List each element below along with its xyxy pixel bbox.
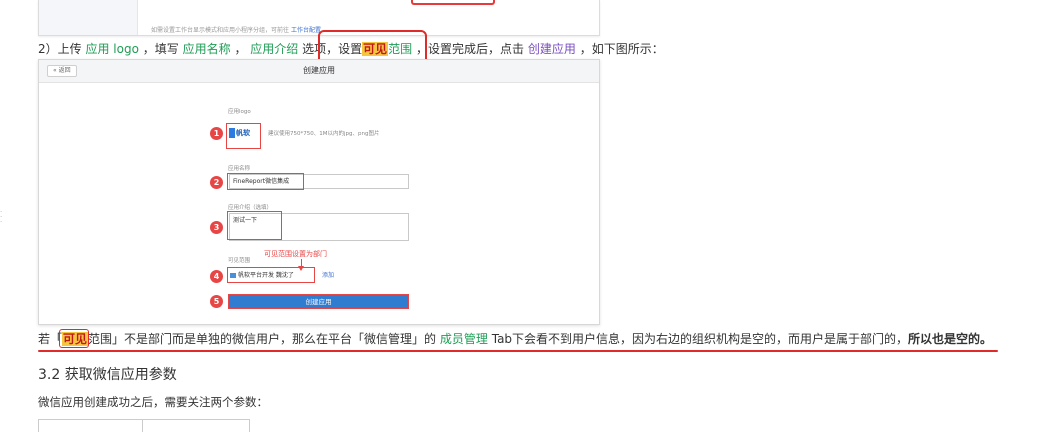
step-text: ， bbox=[234, 42, 247, 56]
para-text: 范围」不是部门而是单独的微信用户，那么在平台「微信管理」的 bbox=[88, 332, 437, 346]
para-tail: 所以也是空的。 bbox=[908, 332, 993, 346]
side-drag-handle-icon[interactable]: · · · bbox=[0, 209, 8, 226]
section-heading: 3.2 获取微信应用参数 bbox=[38, 367, 177, 383]
step-text: ，设置完成后，点击 bbox=[416, 42, 525, 56]
term-app-logo: 应用 logo bbox=[85, 42, 139, 56]
step-badge-3: 3 bbox=[210, 221, 223, 234]
step-badge-5: 5 bbox=[210, 295, 223, 308]
screenshot-header: « 返回 创建应用 bbox=[39, 60, 599, 83]
term-create-app: 创建应用 bbox=[527, 42, 576, 56]
name-highlight-box bbox=[227, 173, 304, 190]
logo-hint: 建议使用750*750、1M以内的jpg、png图片 bbox=[268, 131, 380, 137]
step-suffix: ，如下图所示： bbox=[579, 42, 664, 56]
screenshot-title: 创建应用 bbox=[303, 66, 335, 75]
previous-screenshot-sidebar bbox=[39, 0, 138, 35]
visible-range-label: 可见范围 bbox=[228, 258, 251, 264]
para-visible-annotation-box bbox=[59, 329, 89, 348]
step-badge-2: 2 bbox=[210, 176, 223, 189]
logo-mark-icon bbox=[229, 128, 235, 138]
term-member-management: 成员管理 bbox=[439, 332, 488, 346]
note-paragraph: 若「可见范围」不是部门而是单独的微信用户，那么在平台「微信管理」的 成员管理 T… bbox=[38, 328, 992, 350]
para-text: Tab下会看不到用户信息，因为右边的组织机构是空的，而用户是属于部门的， bbox=[491, 332, 909, 346]
create-app-screenshot: « 返回 创建应用 应用logo 1 帆软 建议使用750*750、1M以内的j… bbox=[38, 59, 600, 325]
para-underline bbox=[38, 350, 998, 352]
term-app-name: 应用名称 bbox=[182, 42, 231, 56]
logo-label: 应用logo bbox=[228, 109, 251, 115]
logo-text: 帆软 bbox=[236, 129, 250, 137]
previous-screenshot-hint: 如需设置工作台显示模式和应用小程序分组，可前往 工作台配置 bbox=[151, 25, 321, 34]
visible-range-highlight-box bbox=[227, 267, 315, 283]
create-app-button[interactable]: 创建应用 bbox=[228, 294, 409, 309]
visible-range-note: 可见范围设置为部门 bbox=[264, 250, 327, 258]
add-link[interactable]: 添加 bbox=[322, 270, 334, 279]
section-description: 微信应用创建成功之后，需要关注两个参数： bbox=[38, 395, 268, 409]
step-text: ，填写 bbox=[142, 42, 179, 56]
table-divider bbox=[142, 420, 143, 432]
step-badge-4: 4 bbox=[210, 270, 223, 283]
previous-highlight-box bbox=[411, 0, 495, 5]
name-label: 应用名称 bbox=[228, 166, 251, 172]
term-app-intro: 应用介绍 bbox=[250, 42, 299, 56]
app-logo-image[interactable]: 帆软 bbox=[229, 126, 257, 140]
params-table bbox=[38, 419, 250, 432]
hint-link[interactable]: 工作台配置 bbox=[291, 27, 321, 34]
step-prefix: 2）上传 bbox=[38, 42, 82, 56]
intro-highlight-box bbox=[227, 211, 282, 240]
intro-label: 应用介绍（选填） bbox=[228, 205, 273, 211]
step-badge-1: 1 bbox=[210, 127, 223, 140]
hint-text: 如需设置工作台显示模式和应用小程序分组，可前往 bbox=[151, 27, 290, 34]
